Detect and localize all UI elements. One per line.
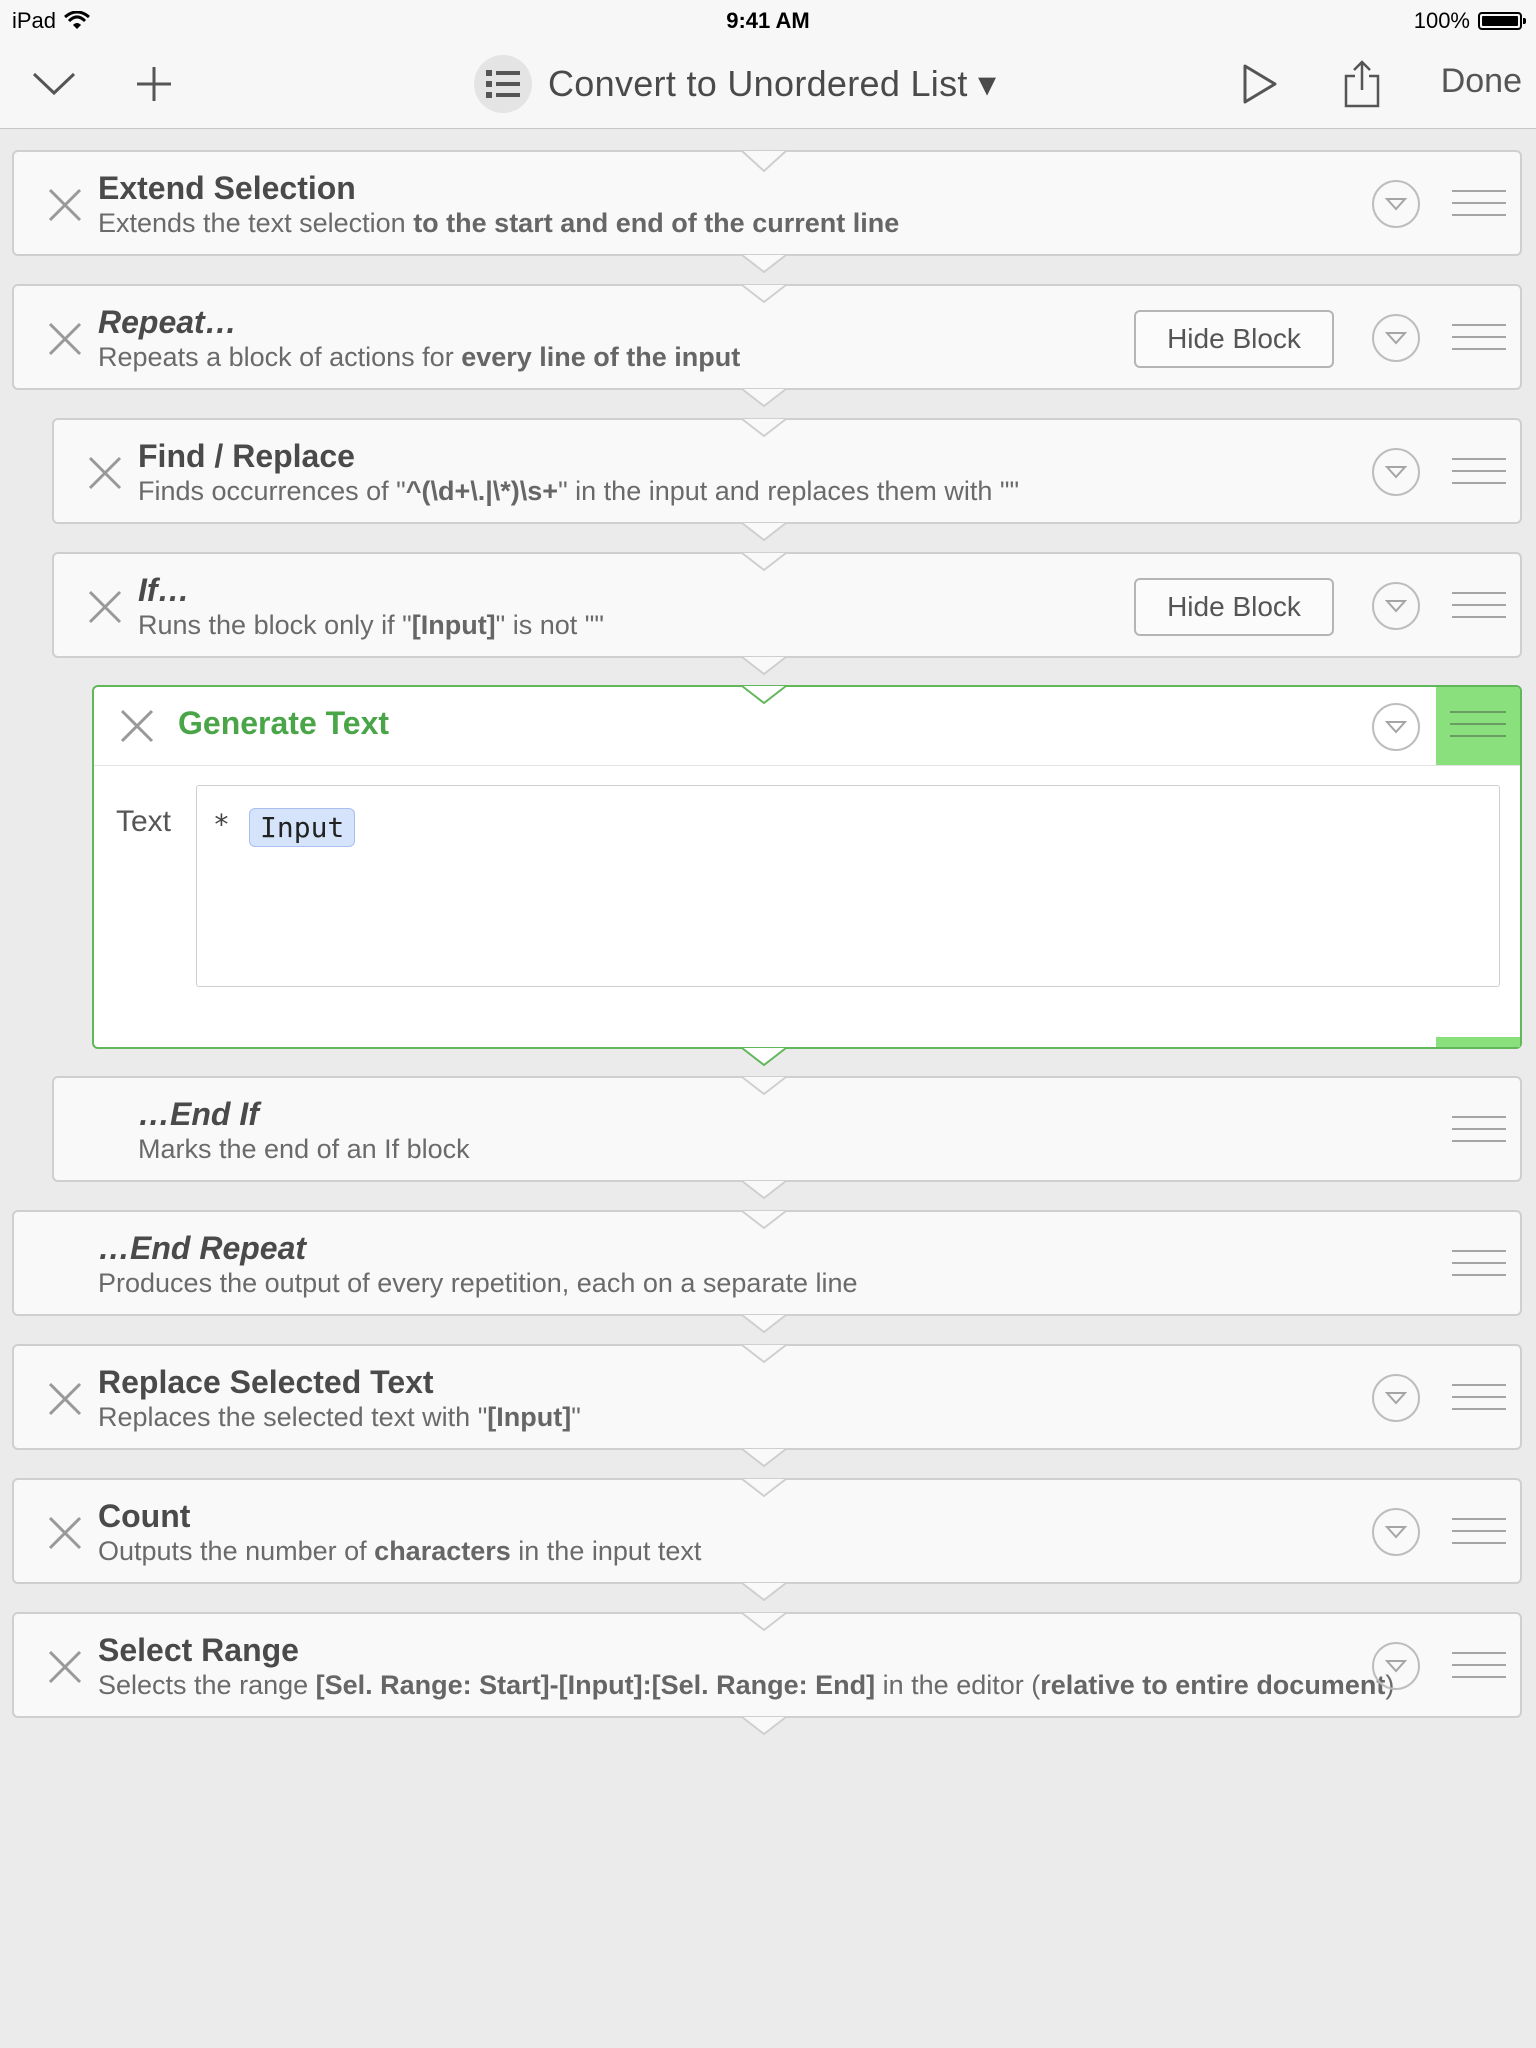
action-description: Produces the output of every repetition,… <box>98 1268 858 1298</box>
drag-handle[interactable] <box>1452 190 1506 220</box>
options-button[interactable] <box>1372 448 1420 496</box>
text-field[interactable]: * Input <box>196 785 1500 987</box>
options-button[interactable] <box>1372 1642 1420 1690</box>
options-button[interactable] <box>1372 1508 1420 1556</box>
close-icon[interactable] <box>42 1510 88 1556</box>
action-title: Repeat… <box>98 304 237 340</box>
action-find-replace[interactable]: Find / Replace Finds occurrences of "^(\… <box>52 418 1522 524</box>
run-button[interactable] <box>1234 58 1286 110</box>
action-count[interactable]: Count Outputs the number of characters i… <box>12 1478 1522 1584</box>
drag-handle[interactable] <box>1452 1518 1506 1548</box>
connector-notch <box>741 1716 787 1736</box>
action-description: Replaces the selected text with "[Input]… <box>98 1402 581 1432</box>
collapse-button[interactable] <box>28 58 80 110</box>
chevron-down-icon <box>1385 332 1407 345</box>
connector-notch <box>741 254 787 274</box>
action-description: Finds occurrences of "^(\d+\.|\*)\s+" in… <box>138 476 1020 506</box>
action-title: If… <box>138 572 190 608</box>
connector-notch <box>741 1047 787 1067</box>
action-title: Extend Selection <box>98 170 356 206</box>
chevron-down-icon <box>1385 721 1407 734</box>
action-header: Generate Text <box>94 687 1520 766</box>
options-button[interactable] <box>1372 180 1420 228</box>
action-title: Select Range <box>98 1632 299 1668</box>
action-description: Marks the end of an If block <box>138 1134 470 1164</box>
action-end-if[interactable]: …End If Marks the end of an If block <box>52 1076 1522 1182</box>
chevron-down-icon <box>32 72 76 96</box>
workflow-title[interactable]: Convert to Unordered List ▾ <box>474 55 997 113</box>
action-description: Selects the range [Sel. Range: Start]-[I… <box>98 1670 1395 1700</box>
action-generate-text[interactable]: Generate Text Text * Input <box>92 685 1522 1049</box>
chevron-down-icon <box>1385 1526 1407 1539</box>
drag-handle[interactable] <box>1452 458 1506 488</box>
share-button[interactable] <box>1336 58 1388 110</box>
close-icon[interactable] <box>82 584 128 630</box>
action-replace-selected-text[interactable]: Replace Selected Text Replaces the selec… <box>12 1344 1522 1450</box>
close-icon[interactable] <box>42 1376 88 1422</box>
action-description: Runs the block only if "[Input]" is not … <box>138 610 604 640</box>
drag-handle-foot <box>1436 1037 1520 1047</box>
status-time: 9:41 AM <box>726 8 810 33</box>
play-icon <box>1243 64 1277 104</box>
close-icon[interactable] <box>42 1644 88 1690</box>
workflow-title-text: Convert to Unordered List ▾ <box>548 63 997 104</box>
drag-handle[interactable] <box>1452 324 1506 354</box>
battery-icon <box>1478 12 1526 30</box>
close-icon[interactable] <box>42 182 88 228</box>
action-title: …End Repeat <box>98 1230 307 1266</box>
action-repeat[interactable]: Repeat… Repeats a block of actions for e… <box>12 284 1522 390</box>
action-if[interactable]: If… Runs the block only if "[Input]" is … <box>52 552 1522 658</box>
drag-handle[interactable] <box>1452 592 1506 622</box>
add-action-button[interactable] <box>128 58 180 110</box>
drag-handle[interactable] <box>1452 1250 1506 1280</box>
plus-icon <box>137 67 171 101</box>
drag-handle[interactable] <box>1452 1116 1506 1146</box>
action-title: Find / Replace <box>138 438 355 474</box>
chevron-down-icon <box>1385 1660 1407 1673</box>
hide-block-button[interactable]: Hide Block <box>1134 578 1334 636</box>
action-title: Count <box>98 1498 191 1534</box>
done-button[interactable]: Done <box>1441 62 1522 101</box>
hide-block-button[interactable]: Hide Block <box>1134 310 1334 368</box>
share-icon <box>1344 60 1380 108</box>
chevron-down-icon <box>1385 1392 1407 1405</box>
battery-percent: 100% <box>1413 8 1470 33</box>
close-icon[interactable] <box>114 703 160 749</box>
connector-notch <box>741 1180 787 1200</box>
nav-bar: Convert to Unordered List ▾ Done <box>0 40 1536 129</box>
action-description: Outputs the number of characters in the … <box>98 1536 702 1566</box>
text-prefix: * <box>213 808 230 841</box>
options-button[interactable] <box>1372 1374 1420 1422</box>
drag-handle[interactable] <box>1452 1384 1506 1414</box>
list-icon <box>474 55 532 113</box>
action-description: Repeats a block of actions for every lin… <box>98 342 741 372</box>
action-title: Generate Text <box>178 705 390 741</box>
drag-handle[interactable] <box>1452 1652 1506 1682</box>
connector-notch <box>741 1314 787 1334</box>
action-title: …End If <box>138 1096 259 1132</box>
action-description: Extends the text selection to the start … <box>98 208 900 238</box>
connector-notch <box>741 522 787 542</box>
input-variable-token[interactable]: Input <box>249 808 356 847</box>
chevron-down-icon <box>1385 466 1407 479</box>
drag-handle[interactable] <box>1436 687 1520 765</box>
action-title: Replace Selected Text <box>98 1364 434 1400</box>
connector-notch <box>741 388 787 408</box>
status-right: 100% <box>1413 8 1526 34</box>
options-button[interactable] <box>1372 703 1420 751</box>
chevron-down-icon <box>1385 600 1407 613</box>
close-icon[interactable] <box>42 316 88 362</box>
options-button[interactable] <box>1372 314 1420 362</box>
chevron-down-icon <box>1385 198 1407 211</box>
connector-notch <box>741 1448 787 1468</box>
options-button[interactable] <box>1372 582 1420 630</box>
connector-notch <box>741 1582 787 1602</box>
status-bar: iPad 9:41 AM 100% <box>0 0 1536 40</box>
action-select-range[interactable]: Select Range Selects the range [Sel. Ran… <box>12 1612 1522 1718</box>
connector-notch <box>741 656 787 676</box>
action-end-repeat[interactable]: …End Repeat Produces the output of every… <box>12 1210 1522 1316</box>
action-extend-selection[interactable]: Extend Selection Extends the text select… <box>12 150 1522 256</box>
text-field-label: Text <box>116 805 172 838</box>
close-icon[interactable] <box>82 450 128 496</box>
